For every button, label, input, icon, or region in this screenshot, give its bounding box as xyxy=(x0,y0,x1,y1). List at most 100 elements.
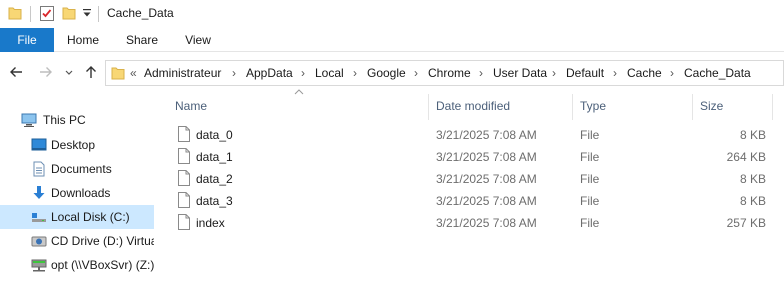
chevron-right-icon[interactable]: › xyxy=(613,61,617,85)
file-type: File xyxy=(580,194,600,208)
sidebar-item-desktop[interactable]: Desktop xyxy=(0,133,160,157)
column-divider[interactable] xyxy=(572,94,573,120)
chevron-right-icon[interactable]: › xyxy=(301,61,305,85)
file-list: Name Date modified Type Size data_0 3/21… xyxy=(160,89,784,284)
file-name: data_2 xyxy=(196,172,233,186)
forward-arrow-icon[interactable] xyxy=(38,64,54,80)
file-name: data_0 xyxy=(196,128,233,142)
sidebar-item-label: This PC xyxy=(43,113,86,127)
documents-icon xyxy=(33,161,45,177)
chevron-right-icon[interactable]: › xyxy=(353,61,357,85)
cd-drive-icon xyxy=(31,236,47,247)
sidebar-item-local-disk[interactable]: Local Disk (C:) xyxy=(0,205,154,229)
breadcrumb-cache[interactable]: Cache xyxy=(627,61,662,85)
column-header-type[interactable]: Type xyxy=(580,98,606,118)
sidebar-item-this-pc[interactable]: This PC xyxy=(0,108,160,132)
file-type: File xyxy=(580,172,600,186)
ribbon-tabs: File Home Share View xyxy=(0,28,784,52)
breadcrumb-administrateur[interactable]: Administrateur xyxy=(144,61,221,85)
file-icon xyxy=(178,126,190,142)
file-type: File xyxy=(580,150,600,164)
sidebar-item-label: Downloads xyxy=(51,186,111,200)
up-arrow-icon[interactable] xyxy=(83,64,99,80)
breadcrumb-google[interactable]: Google xyxy=(367,61,406,85)
breadcrumb-default[interactable]: Default xyxy=(566,61,604,85)
file-date: 3/21/2025 7:08 AM xyxy=(436,150,537,164)
file-date: 3/21/2025 7:08 AM xyxy=(436,194,537,208)
sidebar-item-downloads[interactable]: Downloads xyxy=(0,181,160,205)
chevron-right-icon[interactable]: › xyxy=(414,61,418,85)
file-size: 8 KB xyxy=(739,172,766,186)
downloads-icon xyxy=(33,186,45,199)
network-drive-icon xyxy=(31,259,47,272)
table-row[interactable]: data_2 3/21/2025 7:08 AM File 8 KB xyxy=(174,168,774,190)
column-divider[interactable] xyxy=(772,94,773,120)
table-row[interactable]: data_0 3/21/2025 7:08 AM File 8 KB xyxy=(174,124,774,146)
toolbar-divider xyxy=(30,6,31,22)
tab-share[interactable]: Share xyxy=(118,28,166,52)
address-bar[interactable]: « Administrateur › AppData › Local › Goo… xyxy=(105,60,784,86)
chevron-right-icon[interactable]: › xyxy=(670,61,674,85)
column-header-size[interactable]: Size xyxy=(700,98,723,118)
computer-icon xyxy=(21,113,37,127)
window-title: Cache_Data xyxy=(107,6,174,20)
navigation-bar: « Administrateur › AppData › Local › Goo… xyxy=(0,52,784,92)
file-name: data_1 xyxy=(196,150,233,164)
file-icon xyxy=(178,170,190,186)
sidebar-item-cd-drive[interactable]: CD Drive (D:) Virtua xyxy=(0,229,160,253)
back-arrow-icon[interactable] xyxy=(8,64,24,80)
file-size: 8 KB xyxy=(739,128,766,142)
chevron-right-icon[interactable]: › xyxy=(552,61,556,85)
breadcrumb-appdata[interactable]: AppData xyxy=(246,61,293,85)
sidebar-item-label: Desktop xyxy=(51,138,96,152)
sidebar-item-documents[interactable]: Documents xyxy=(0,157,160,181)
desktop-icon xyxy=(31,138,47,151)
properties-icon[interactable] xyxy=(39,5,55,22)
breadcrumb-cache-data[interactable]: Cache_Data xyxy=(684,61,751,85)
file-size: 264 KB xyxy=(726,150,766,164)
file-name: data_3 xyxy=(196,194,233,208)
sidebar-item-label: opt (\\VBoxSvr) (Z:) xyxy=(51,258,155,272)
file-type: File xyxy=(580,128,600,142)
tab-view[interactable]: View xyxy=(176,28,220,52)
chevron-right-icon[interactable]: › xyxy=(232,61,236,85)
table-row[interactable]: data_1 3/21/2025 7:08 AM File 264 KB xyxy=(174,146,774,168)
new-folder-icon[interactable] xyxy=(62,5,76,21)
sidebar-item-network-drive[interactable]: opt (\\VBoxSvr) (Z:) xyxy=(0,253,160,277)
breadcrumb-user-data[interactable]: User Data xyxy=(493,61,547,85)
sort-ascending-icon xyxy=(294,89,304,95)
file-size: 8 KB xyxy=(739,194,766,208)
table-row[interactable]: data_3 3/21/2025 7:08 AM File 8 KB xyxy=(174,190,774,212)
breadcrumb-overflow[interactable]: « xyxy=(130,61,137,85)
sidebar-item-label: Documents xyxy=(51,162,112,176)
file-icon xyxy=(178,192,190,208)
file-type: File xyxy=(580,216,600,230)
sidebar-item-label: Local Disk (C:) xyxy=(51,210,130,224)
folder-icon[interactable] xyxy=(8,5,22,21)
file-icon xyxy=(178,148,190,164)
recent-locations-chevron-icon[interactable] xyxy=(63,64,75,80)
folder-icon xyxy=(111,67,125,80)
chevron-right-icon[interactable]: › xyxy=(479,61,483,85)
column-divider[interactable] xyxy=(692,94,693,120)
title-bar: Cache_Data xyxy=(0,0,784,28)
tab-home[interactable]: Home xyxy=(60,28,106,52)
customize-toolbar-dropdown-icon[interactable] xyxy=(81,7,93,19)
breadcrumb-local[interactable]: Local xyxy=(315,61,344,85)
file-date: 3/21/2025 7:08 AM xyxy=(436,128,537,142)
navigation-pane: This PC Desktop Documents Downloads Loca… xyxy=(0,108,160,284)
breadcrumb-chrome[interactable]: Chrome xyxy=(428,61,471,85)
tab-file[interactable]: File xyxy=(0,28,54,52)
column-divider[interactable] xyxy=(428,94,429,120)
table-row[interactable]: index 3/21/2025 7:08 AM File 257 KB xyxy=(174,212,774,234)
column-header-name[interactable]: Name xyxy=(175,98,207,118)
file-date: 3/21/2025 7:08 AM xyxy=(436,172,537,186)
file-icon xyxy=(178,214,190,230)
file-size: 257 KB xyxy=(726,216,766,230)
title-divider xyxy=(98,6,99,22)
sidebar-item-label: CD Drive (D:) Virtua xyxy=(51,234,154,248)
column-header-date[interactable]: Date modified xyxy=(436,98,510,118)
file-name: index xyxy=(196,216,225,230)
file-date: 3/21/2025 7:08 AM xyxy=(436,216,537,230)
drive-icon xyxy=(32,213,46,222)
